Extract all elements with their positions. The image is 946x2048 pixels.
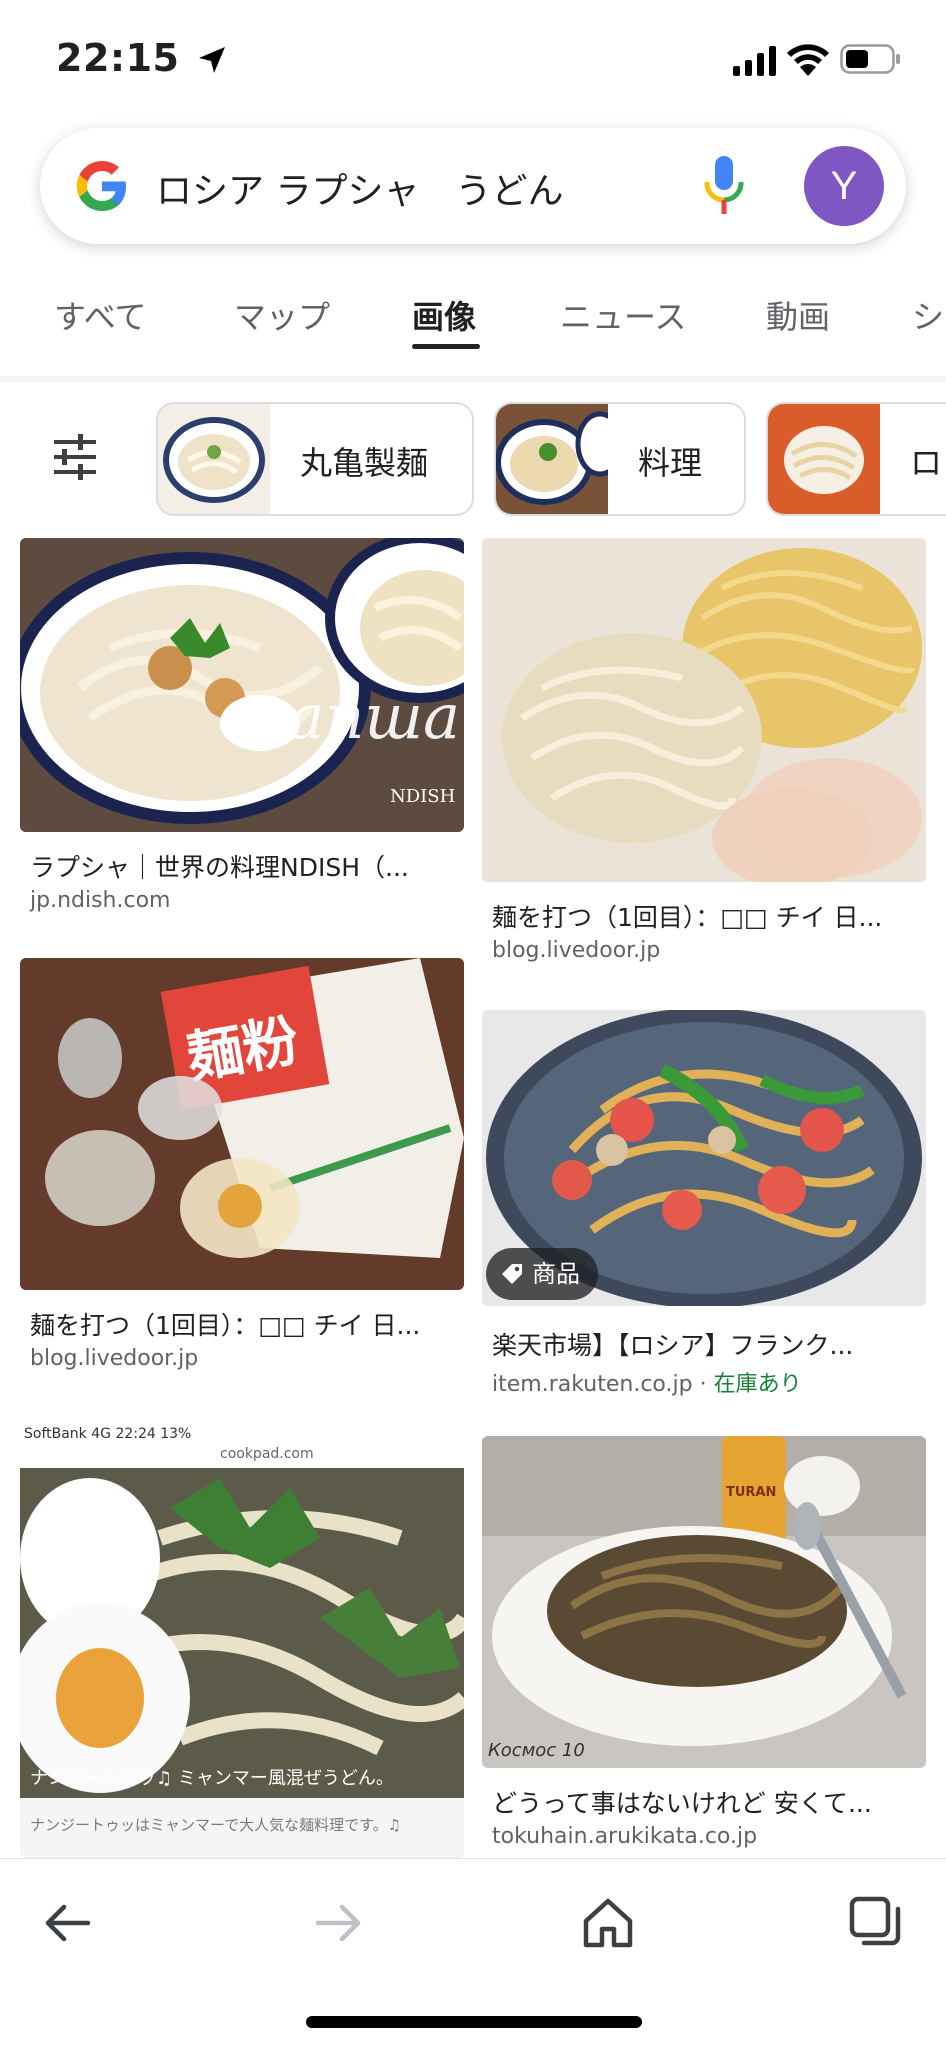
account-avatar[interactable]: Y — [804, 146, 884, 226]
chip-russia[interactable]: ロ — [766, 402, 946, 516]
result-image[interactable]: лапша NDISH — [20, 538, 464, 832]
active-tab-indicator — [412, 344, 480, 349]
filter-tune-icon[interactable] — [52, 434, 98, 480]
result-source: item.rakuten.co.jp — [492, 1372, 693, 1397]
result-image[interactable]: SoftBank 4G 22:24 13% cookpad.com ナンジートゥ… — [20, 1418, 464, 1858]
image-overlay-text: Космос 10 — [488, 1740, 585, 1761]
status-bar: 22:15 — [0, 0, 946, 120]
result-card[interactable]: TURAN Космос 10 どうって事はないけれど 安くて... tokuh… — [482, 1436, 926, 1856]
result-card[interactable]: 麺粉 麺を打つ（1回目）：□□ チイ 日... blog.livedoor.jp — [20, 958, 464, 1378]
result-title[interactable]: ラプシャ｜世界の料理NDISH（... — [30, 848, 409, 884]
image-caption-text: ナンジートゥッ♫ ミャンマー風混ぜうどん。 — [30, 1768, 394, 1789]
result-source: tokuhain.arukikata.co.jp — [492, 1824, 758, 1849]
chip-label: ロ — [910, 444, 943, 482]
tab-images[interactable]: 画像 — [412, 292, 476, 338]
result-title[interactable]: どうって事はないけれど 安くて... — [492, 1784, 872, 1820]
result-card[interactable]: 麺を打つ（1回目）：□□ チイ 日... blog.livedoor.jp — [482, 538, 926, 968]
tag-icon — [502, 1264, 522, 1284]
status-time: 22:15 — [56, 36, 180, 80]
tab-shopping[interactable]: シ — [912, 292, 944, 338]
cellular-signal-icon — [733, 46, 776, 76]
result-source: jp.ndish.com — [30, 888, 171, 913]
chip-label: 料理 — [638, 444, 703, 482]
battery-icon — [840, 44, 900, 74]
refinement-chips: 丸亀製麺 料理 ロ — [0, 398, 946, 518]
home-icon[interactable] — [578, 1893, 638, 1953]
tab-maps[interactable]: マップ — [234, 292, 330, 338]
result-source: blog.livedoor.jp — [30, 1346, 199, 1371]
result-title[interactable]: 楽天市場】【ロシア】フランク... — [492, 1326, 853, 1362]
chip-cuisine[interactable]: 料理 — [494, 402, 746, 516]
result-source: blog.livedoor.jp — [492, 938, 661, 963]
source-separator: · — [692, 1372, 714, 1397]
chip-thumbnail-pasta — [768, 404, 880, 514]
result-card[interactable]: лапша NDISH ラプシャ｜世界の料理NDISH（... jp.ndish… — [20, 538, 464, 918]
back-arrow-icon[interactable] — [38, 1893, 98, 1953]
result-source-row: item.rakuten.co.jp · 在庫あり — [492, 1366, 802, 1398]
chip-label: 丸亀製麺 — [300, 444, 429, 482]
location-arrow-icon — [199, 47, 225, 73]
result-title[interactable]: 麺を打つ（1回目）：□□ チイ 日... — [30, 1306, 420, 1342]
search-input[interactable]: ロシア ラプシャ うどん — [156, 162, 563, 214]
search-bar[interactable]: ロシア ラプシャ うどん Y — [40, 128, 906, 244]
tabs-divider — [0, 376, 946, 382]
image-label-text: TURAN — [726, 1485, 776, 1500]
image-subcaption-text: ナンジートゥッはミャンマーで大人気な麺料理です。♫ — [30, 1816, 401, 1834]
tabs-switcher-icon[interactable] — [846, 1893, 906, 1953]
image-overlay-text: лапша — [248, 680, 460, 753]
tab-all[interactable]: すべて — [54, 292, 146, 338]
microphone-icon[interactable] — [702, 154, 746, 218]
google-logo-icon — [76, 161, 126, 211]
search-tabs: すべて マップ 画像 ニュース 動画 シ — [0, 270, 946, 360]
tab-news[interactable]: ニュース — [560, 292, 686, 338]
product-badge: 商品 — [486, 1248, 598, 1300]
tab-videos[interactable]: 動画 — [766, 292, 830, 338]
result-title[interactable]: 麺を打つ（1回目）：□□ チイ 日... — [492, 898, 882, 934]
result-card[interactable]: 商品 楽天市場】【ロシア】フランク... item.rakuten.co.jp … — [482, 1010, 926, 1410]
result-image[interactable] — [482, 538, 926, 882]
chip-marugame[interactable]: 丸亀製麺 — [156, 402, 474, 516]
forward-arrow-icon[interactable] — [308, 1893, 368, 1953]
result-image[interactable]: 麺粉 — [20, 958, 464, 1290]
image-status-text: SoftBank 4G 22:24 13% — [24, 1426, 191, 1442]
result-image[interactable]: TURAN Космос 10 — [482, 1436, 926, 1768]
product-badge-label: 商品 — [532, 1260, 580, 1288]
result-card[interactable]: SoftBank 4G 22:24 13% cookpad.com ナンジートゥ… — [20, 1418, 464, 1858]
image-url-text: cookpad.com — [220, 1446, 314, 1462]
chip-thumbnail-dish — [496, 404, 608, 514]
wifi-icon — [787, 44, 829, 76]
stock-status: 在庫あり — [713, 1372, 802, 1397]
home-indicator — [306, 2016, 642, 2028]
chip-thumbnail-udon — [158, 404, 270, 514]
image-logo-text: NDISH — [390, 786, 455, 807]
